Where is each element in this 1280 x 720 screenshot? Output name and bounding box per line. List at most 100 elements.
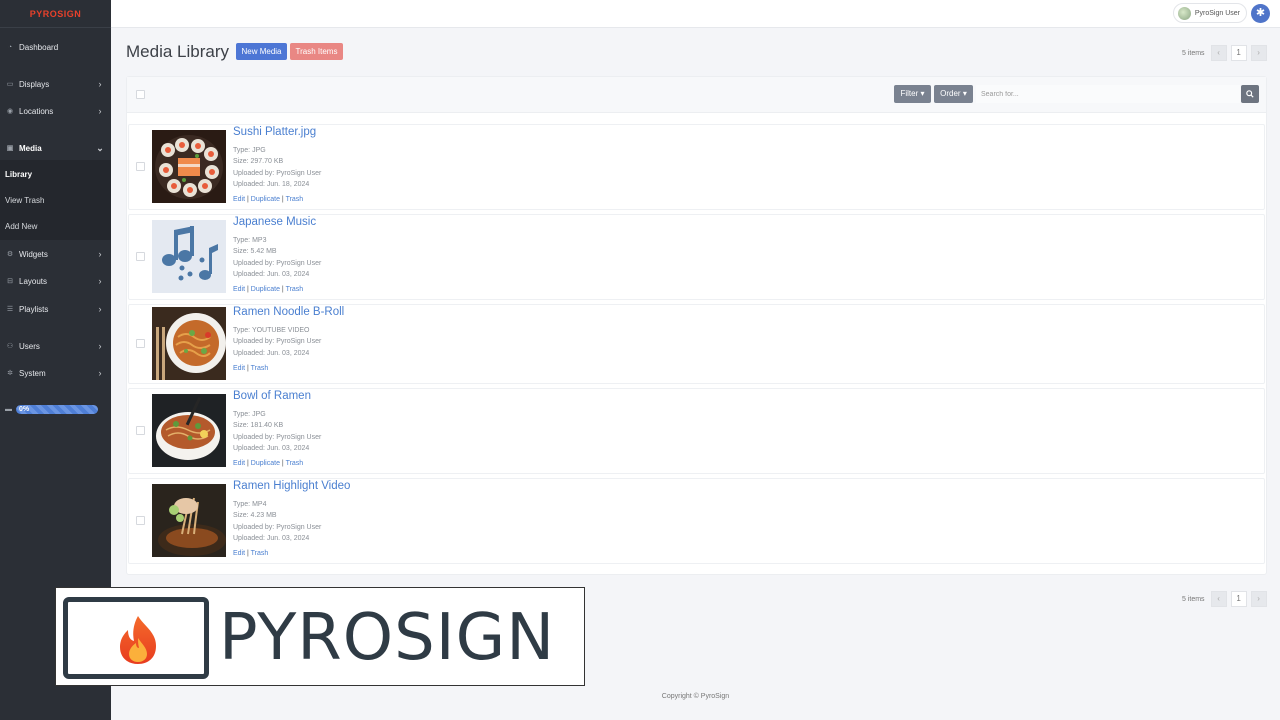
- storage-progress: ▬ 0%: [5, 405, 98, 414]
- media-meta: Type: JPG Size: 297.70 KB Uploaded by: P…: [233, 145, 321, 190]
- submenu-item-view-trash[interactable]: View Trash: [0, 192, 111, 208]
- media-actions: Edit | Trash: [233, 365, 269, 372]
- sidebar-item-locations[interactable]: ◉ Locations ›: [0, 102, 111, 120]
- ramen-noodle-image: [152, 307, 226, 380]
- page-title: Media Library: [126, 42, 229, 61]
- pagination-top: 5 items ‹ 1 ›: [1182, 45, 1267, 61]
- settings-button[interactable]: ✱: [1251, 4, 1270, 23]
- search-input[interactable]: [976, 85, 1240, 103]
- user-name: PyroSign User: [1194, 9, 1240, 17]
- media-size: Size: 5.42 MB: [233, 248, 277, 256]
- media-actions: Edit | Duplicate | Trash: [233, 196, 304, 203]
- sidebar-item-label: Layouts: [19, 276, 48, 286]
- trash-link[interactable]: Trash: [286, 196, 304, 203]
- sidebar-item-media[interactable]: ▣ Media ⌄: [0, 139, 111, 157]
- media-actions: Edit | Duplicate | Trash: [233, 460, 304, 467]
- prev-page-button[interactable]: ‹: [1210, 45, 1227, 61]
- brand-logo[interactable]: PYROSIGN: [0, 0, 111, 28]
- next-page-button[interactable]: ›: [1250, 591, 1267, 607]
- media-uploaded-date: Uploaded: Jun. 03, 2024: [233, 349, 310, 357]
- widgets-icon: ⚙: [6, 251, 14, 258]
- page-1-button[interactable]: 1: [1230, 45, 1247, 61]
- sidebar-item-label: Dashboard: [19, 42, 59, 52]
- filter-dropdown[interactable]: Filter ▾: [894, 85, 931, 103]
- user-menu[interactable]: PyroSign User: [1172, 3, 1247, 23]
- sidebar-item-label: Users: [19, 341, 40, 351]
- media-actions: Edit | Trash: [233, 550, 269, 557]
- media-uploaded-date: Uploaded: Jun. 03, 2024: [233, 270, 310, 278]
- trash-link[interactable]: Trash: [251, 550, 269, 557]
- media-meta: Type: MP3 Size: 5.42 MB Uploaded by: Pyr…: [233, 235, 321, 280]
- row-checkbox[interactable]: [136, 339, 145, 348]
- media-title[interactable]: Ramen Noodle B-Roll: [233, 306, 344, 318]
- prev-page-button[interactable]: ‹: [1210, 591, 1227, 607]
- trash-items-button[interactable]: Trash Items: [290, 43, 343, 60]
- media-thumbnail-music[interactable]: [152, 220, 226, 293]
- gear-icon: ✱: [1255, 7, 1266, 19]
- sidebar-item-displays[interactable]: ▭ Displays ›: [0, 75, 111, 93]
- chevron-right-icon: ›: [98, 304, 102, 314]
- media-uploaded-date: Uploaded: Jun. 03, 2024: [233, 534, 310, 542]
- media-title[interactable]: Sushi Platter.jpg: [233, 126, 316, 138]
- duplicate-link[interactable]: Duplicate: [251, 286, 280, 293]
- page-1-button[interactable]: 1: [1230, 591, 1247, 607]
- chevron-right-icon: ›: [98, 249, 102, 259]
- media-uploaded-by: Uploaded by: PyroSign User: [233, 338, 322, 346]
- media-type: Type: JPG: [233, 147, 266, 154]
- sidebar-item-dashboard[interactable]: ◔ Dashboard: [0, 38, 111, 56]
- trash-link[interactable]: Trash: [286, 286, 304, 293]
- submenu-item-library[interactable]: Library: [0, 166, 111, 182]
- media-type: Type: JPG: [233, 411, 266, 418]
- media-type: Type: MP3: [233, 237, 267, 244]
- media-size: Size: 4.23 MB: [233, 512, 277, 520]
- media-thumbnail-bowl-ramen[interactable]: [152, 394, 226, 467]
- media-type: Type: YOUTUBE VIDEO: [233, 327, 310, 334]
- panel-toolbar: Filter ▾ Order ▾: [127, 77, 1266, 113]
- trash-link[interactable]: Trash: [286, 460, 304, 467]
- edit-link[interactable]: Edit: [233, 460, 245, 467]
- media-type: Type: MP4: [233, 501, 267, 508]
- monitor-icon: ▭: [6, 81, 14, 88]
- search-button[interactable]: [1241, 85, 1259, 103]
- row-checkbox[interactable]: [136, 252, 145, 261]
- sidebar-item-layouts[interactable]: ⊟ Layouts ›: [0, 272, 111, 290]
- gear-icon: ✲: [7, 370, 13, 377]
- row-checkbox[interactable]: [136, 516, 145, 525]
- music-note-icon: [152, 220, 226, 293]
- edit-link[interactable]: Edit: [233, 365, 245, 372]
- media-title[interactable]: Ramen Highlight Video: [233, 480, 350, 492]
- media-submenu: Library View Trash Add New: [0, 160, 111, 240]
- media-title[interactable]: Japanese Music: [233, 216, 316, 228]
- sidebar-item-label: Displays: [19, 79, 50, 89]
- media-size: Size: 181.40 KB: [233, 422, 284, 430]
- order-dropdown[interactable]: Order ▾: [934, 85, 973, 103]
- media-thumbnail-sushi[interactable]: [152, 130, 226, 203]
- edit-link[interactable]: Edit: [233, 550, 245, 557]
- select-all-checkbox[interactable]: [136, 90, 145, 99]
- sidebar-item-playlists[interactable]: ☰ Playlists ›: [0, 300, 111, 318]
- media-thumbnail-ramen-broll[interactable]: [152, 307, 226, 380]
- sidebar-item-users[interactable]: ⚇ Users ›: [0, 337, 111, 355]
- duplicate-link[interactable]: Duplicate: [251, 196, 280, 203]
- duplicate-link[interactable]: Duplicate: [251, 460, 280, 467]
- media-uploaded-by: Uploaded by: PyroSign User: [233, 433, 322, 441]
- media-thumbnail-ramen-highlight[interactable]: [152, 484, 226, 557]
- media-uploaded-by: Uploaded by: PyroSign User: [233, 169, 322, 177]
- row-checkbox[interactable]: [136, 426, 145, 435]
- sidebar-item-label: System: [19, 368, 46, 378]
- trash-link[interactable]: Trash: [251, 365, 269, 372]
- media-size: Size: 297.70 KB: [233, 158, 284, 166]
- sidebar-item-system[interactable]: ✲ System ›: [0, 364, 111, 382]
- new-media-button[interactable]: New Media: [236, 43, 287, 60]
- sidebar-item-widgets[interactable]: ⚙ Widgets ›: [0, 245, 111, 263]
- logo-wordmark: PYROSIGN: [219, 601, 556, 675]
- order-label: Order: [940, 89, 961, 98]
- edit-link[interactable]: Edit: [233, 286, 245, 293]
- media-title[interactable]: Bowl of Ramen: [233, 390, 311, 402]
- submenu-item-add-new[interactable]: Add New: [0, 218, 111, 234]
- row-checkbox[interactable]: [136, 162, 145, 171]
- storage-progress-bar: 0%: [16, 405, 98, 414]
- edit-link[interactable]: Edit: [233, 196, 245, 203]
- next-page-button[interactable]: ›: [1250, 45, 1267, 61]
- pyrosign-logo-overlay: PYROSIGN: [55, 587, 585, 686]
